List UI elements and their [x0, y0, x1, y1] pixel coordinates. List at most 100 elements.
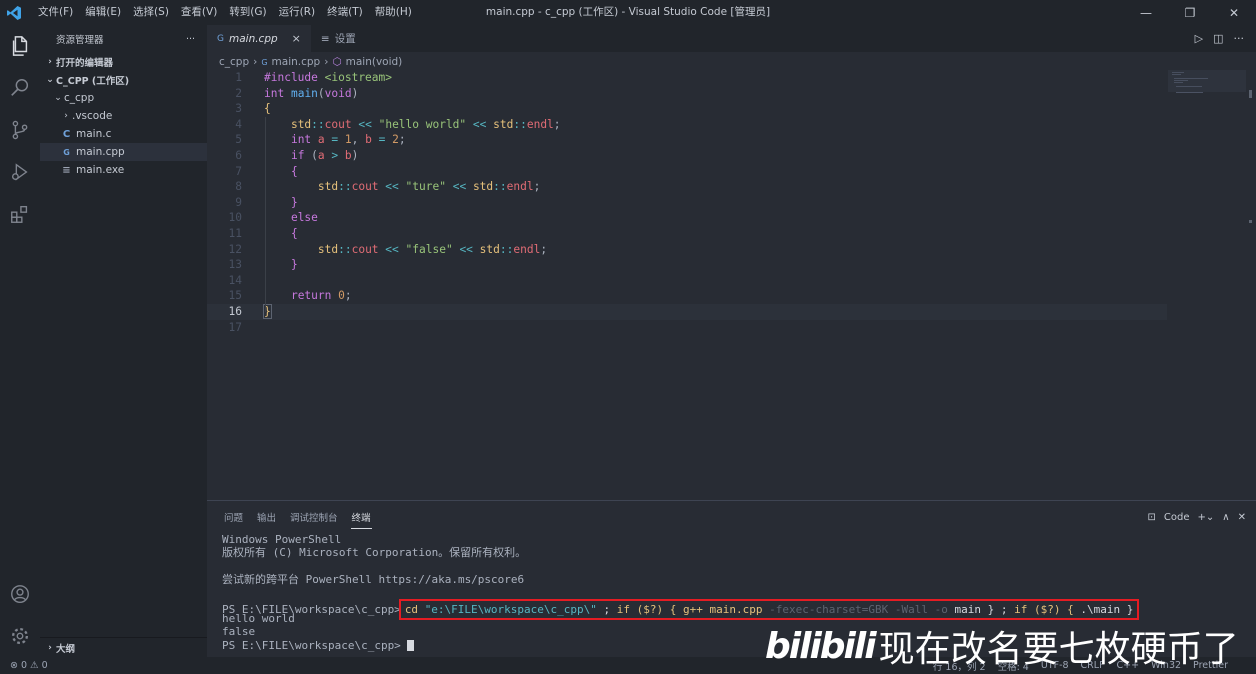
source-control-icon[interactable] [0, 109, 40, 151]
more-actions-icon[interactable]: ··· [1234, 32, 1245, 45]
panel-tabs: 问题 输出 调试控制台 终端 [207, 501, 1256, 533]
extensions-icon[interactable] [0, 193, 40, 235]
cpp-file-icon: G [217, 33, 224, 44]
line-number: 7 [235, 164, 242, 178]
function-symbol-icon: ⬡ [332, 56, 342, 68]
minimap[interactable] [1168, 70, 1246, 100]
code-text: { [264, 102, 271, 116]
add-terminal-icon[interactable]: +⌄ [1198, 512, 1215, 523]
shell-label[interactable]: Code [1164, 512, 1190, 523]
code-text: { [290, 226, 298, 240]
terminal-icon: ⊡ [1147, 511, 1156, 523]
vscode-logo-icon [0, 0, 28, 25]
outline-section[interactable]: › 大纲 [40, 637, 207, 657]
code-line: 12 std::cout << "false" << std::endl; [207, 242, 1256, 258]
folder-c-cpp[interactable]: ⌄ c_cpp [40, 89, 207, 107]
chevron-right-icon: › [324, 56, 329, 68]
folder-label: c_cpp [64, 92, 95, 104]
line-number: 10 [228, 211, 242, 225]
menu-selection[interactable]: 选择(S) [127, 0, 175, 25]
tab-settings[interactable]: ≡ 设置 [311, 25, 366, 52]
code-line-current: 16} [207, 303, 1167, 320]
title-bar: 文件(F) 编辑(E) 选择(S) 查看(V) 转到(G) 运行(R) 终端(T… [0, 0, 1256, 25]
code-editor[interactable]: 1 #include <iostream> 2 int main(void) 3{ … [207, 70, 1256, 500]
search-icon[interactable] [0, 67, 40, 109]
outline-label: 大纲 [56, 643, 76, 655]
watermark-text: 现在改名要七枚硬币了 [878, 629, 1239, 670]
tree-item-main-exe[interactable]: ≡ main.exe [40, 161, 207, 179]
more-actions-icon[interactable]: ··· [186, 34, 195, 45]
tree-item-label: main.cpp [76, 146, 125, 158]
cmd-gpp: g++ main.cpp [682, 602, 763, 616]
tree-item-label: main.c [76, 128, 112, 140]
activity-bar [0, 25, 40, 657]
line-number: 8 [235, 180, 242, 194]
explorer-icon[interactable] [0, 25, 40, 67]
cpp-file-icon: G [63, 147, 70, 157]
line-number: 6 [235, 148, 242, 162]
minimize-icon[interactable]: — [1124, 0, 1168, 25]
chevron-right-icon: › [64, 111, 68, 121]
account-icon[interactable] [0, 573, 40, 615]
breadcrumb-file[interactable]: main.cpp [272, 56, 321, 68]
explorer-header: 资源管理器 ··· [40, 25, 207, 53]
settings-gear-icon[interactable] [0, 615, 40, 657]
code-line: 6 if (a > b) [207, 148, 1256, 164]
tab-output[interactable]: 输出 [250, 501, 283, 533]
close-tab-icon[interactable]: × [292, 32, 301, 45]
cmd-sep: ; [596, 602, 617, 616]
split-editor-icon[interactable]: ◫ [1213, 32, 1223, 45]
tree-item-main-cpp[interactable]: G main.cpp [40, 143, 207, 161]
run-code-icon[interactable]: ▷ [1195, 32, 1203, 45]
breadcrumb: c_cpp › G main.cpp › ⬡ main(void) [207, 52, 402, 72]
tab-problems[interactable]: 问题 [217, 501, 250, 533]
workspace-section[interactable]: ⌄ C_CPP (工作区) [40, 71, 207, 89]
close-panel-icon[interactable]: ✕ [1238, 512, 1246, 523]
code-line: 3{ [207, 101, 1256, 117]
menu-bar: 文件(F) 编辑(E) 选择(S) 查看(V) 转到(G) 运行(R) 终端(T… [32, 0, 418, 25]
menu-file[interactable]: 文件(F) [32, 0, 79, 25]
terminal-cursor [407, 640, 415, 651]
menu-edit[interactable]: 编辑(E) [79, 0, 127, 25]
cmd-flags: -fexec-charset=GBK -Wall -o [769, 602, 948, 616]
run-debug-icon[interactable] [0, 151, 40, 193]
explorer-sidebar: 资源管理器 ··· › 打开的编辑器 ⌄ C_CPP (工作区) ⌄ c_cpp… [40, 25, 207, 657]
tab-debug-console[interactable]: 调试控制台 [283, 501, 345, 533]
tab-terminal[interactable]: 终端 [345, 501, 378, 533]
menu-run[interactable]: 运行(R) [273, 0, 322, 25]
line-number: 1 [235, 71, 242, 84]
breadcrumb-folder[interactable]: c_cpp [219, 56, 249, 68]
code-line: 11 { [207, 226, 1256, 242]
tree-item-main-c[interactable]: C main.c [40, 125, 207, 143]
close-window-icon[interactable]: ✕ [1212, 0, 1256, 25]
code-text: int main(void) [264, 86, 359, 100]
open-editors-section[interactable]: › 打开的编辑器 [40, 53, 207, 71]
menu-go[interactable]: 转到(G) [223, 0, 272, 25]
maximize-panel-icon[interactable]: ∧ [1222, 512, 1229, 523]
tab-label: 设置 [334, 33, 356, 45]
bilibili-watermark: bilibili 现在改名要七枚硬币了 [765, 621, 1239, 671]
chevron-down-icon: ⌄ [46, 75, 54, 85]
code-text: } [290, 258, 298, 272]
cmd-run: .\main } [1080, 602, 1134, 616]
code-line: 7 { [207, 164, 1256, 180]
code-text: return 0; [290, 289, 352, 303]
workspace-label: C_CPP (工作区) [56, 76, 130, 87]
tree-item-vscode[interactable]: › .vscode [40, 107, 207, 125]
restore-icon[interactable]: ❐ [1168, 0, 1212, 25]
chevron-down-icon: ⌄ [54, 93, 62, 103]
code-line: 13 } [207, 257, 1256, 273]
cmd-if: if ($?) { [616, 602, 677, 616]
code-line: 2 int main(void) [207, 86, 1256, 102]
line-number: 3 [235, 102, 242, 116]
tab-main-cpp[interactable]: G main.cpp × [207, 25, 311, 52]
editor-scrollbar[interactable] [1246, 70, 1256, 500]
menu-help[interactable]: 帮助(H) [369, 0, 418, 25]
problems-status[interactable]: ⊗ 0 ⚠ 0 [10, 660, 48, 671]
menu-view[interactable]: 查看(V) [175, 0, 223, 25]
code-line: 1 #include <iostream> [207, 70, 1256, 86]
menu-terminal[interactable]: 终端(T) [321, 0, 369, 25]
breadcrumb-symbol[interactable]: main(void) [346, 56, 403, 68]
line-number: 13 [228, 258, 242, 272]
